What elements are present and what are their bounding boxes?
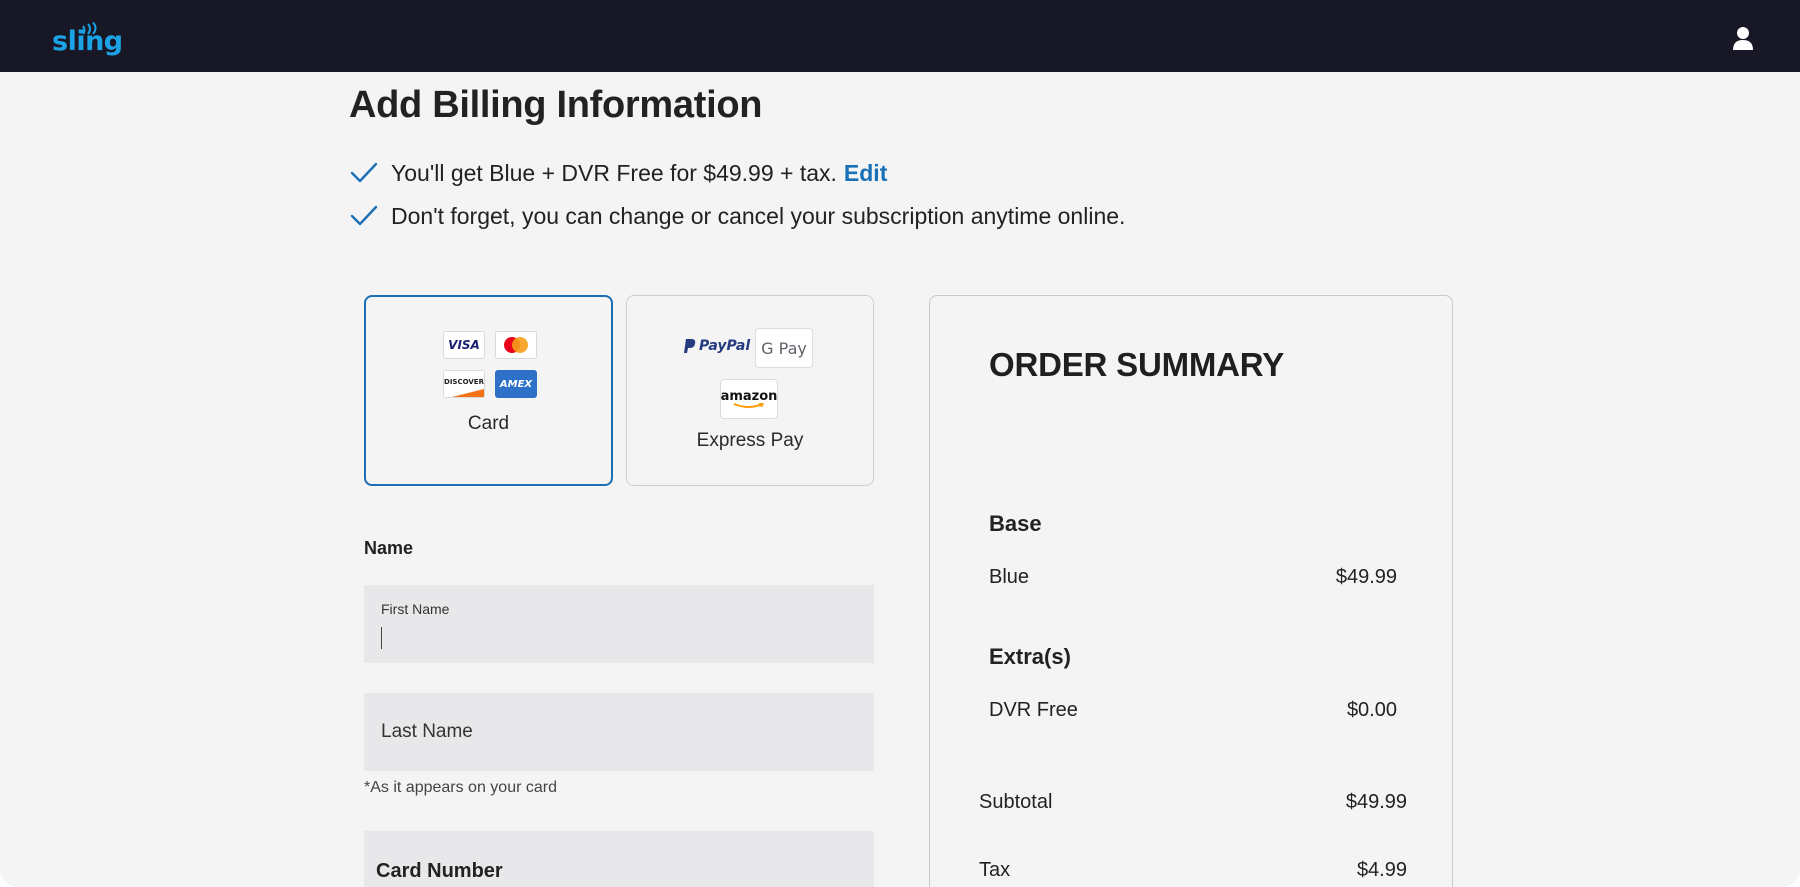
card-number-field[interactable]: Card Number: [364, 831, 874, 887]
order-summary-title: ORDER SUMMARY: [989, 346, 1285, 383]
summary-line-item: Blue $49.99: [989, 566, 1397, 589]
last-name-placeholder: Last Name: [381, 721, 473, 742]
line-item-price: $49.99: [1335, 566, 1397, 588]
logo-text: sling: [52, 26, 123, 57]
name-section-label: Name: [364, 538, 414, 558]
line-item-price: $0.00: [1346, 699, 1397, 721]
card-number-label: Card Number: [376, 860, 503, 882]
discover-logo: DISCOVER: [443, 370, 485, 398]
tax-value: $4.99: [1356, 859, 1407, 881]
tax-label: Tax: [979, 859, 1011, 881]
google-pay-logo: G Pay: [755, 328, 813, 368]
paypal-logo: PayPal: [683, 338, 750, 354]
mastercard-logo: [495, 331, 537, 359]
cancel-note-text: Don't forget, you can change or cancel y…: [391, 202, 1126, 229]
first-name-label: First Name: [381, 601, 450, 617]
checkmark-icon: [350, 205, 378, 226]
amex-logo: AMEX: [495, 370, 537, 398]
name-hint: *As it appears on your card: [364, 779, 557, 796]
top-nav-bar: sling: [0, 0, 1800, 72]
summary-line-item: DVR Free $0.00: [989, 699, 1397, 722]
cancel-note: Don't forget, you can change or cancel y…: [349, 199, 1125, 233]
user-icon: [1733, 27, 1753, 50]
line-item-name: Blue: [989, 566, 1030, 588]
text-caret: [381, 627, 382, 649]
plan-note-text: You'll get Blue + DVR Free for $49.99 + …: [391, 159, 837, 186]
subtotal-value: $49.99: [1345, 791, 1407, 813]
first-name-field[interactable]: First Name: [364, 585, 874, 663]
express-pay-label: Express Pay: [696, 430, 804, 451]
express-pay-option[interactable]: PayPal G Pay amazon Express Pay: [626, 295, 874, 486]
extras-heading: Extra(s): [989, 644, 1071, 669]
checkmark-icon: [350, 162, 378, 183]
subtotal-row: Subtotal $49.99: [979, 791, 1407, 814]
subtotal-label: Subtotal: [979, 791, 1053, 813]
card-option-label: Card: [467, 413, 510, 434]
app-window: sling Add Billing Information You'll get…: [0, 0, 1800, 887]
last-name-field[interactable]: Last Name: [364, 693, 874, 771]
tax-row: Tax $4.99: [979, 859, 1407, 882]
page-title: Add Billing Information: [349, 84, 763, 126]
account-button[interactable]: [1728, 24, 1758, 54]
visa-logo: VISA: [443, 331, 485, 359]
amazon-pay-logo: amazon: [720, 379, 778, 419]
card-payment-option[interactable]: VISA DISCOVER AMEX Card: [364, 295, 613, 486]
sling-logo[interactable]: sling: [52, 22, 123, 58]
line-item-name: DVR Free: [989, 699, 1078, 721]
base-heading: Base: [989, 511, 1042, 536]
order-summary-panel: ORDER SUMMARY Base Blue $49.99 Extra(s) …: [929, 295, 1453, 887]
edit-plan-link[interactable]: Edit: [844, 160, 887, 187]
plan-note: You'll get Blue + DVR Free for $49.99 + …: [349, 156, 887, 190]
